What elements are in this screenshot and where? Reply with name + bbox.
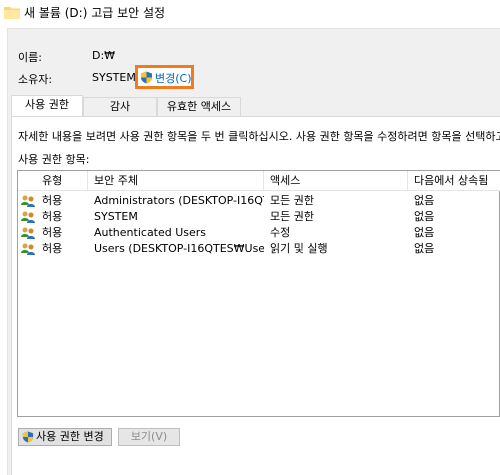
row-principal: SYSTEM (94, 210, 138, 223)
title-bar: 새 볼륨 (D:) 고급 보안 설정 (0, 0, 500, 24)
table-row[interactable]: 허용 Administrators (DESKTOP-I16QTES... 모든… (18, 193, 500, 209)
list-header: 유형 보안 주체 액세스 다음에서 상속됨 (18, 171, 500, 191)
change-owner-link[interactable]: 변경(C) (135, 65, 194, 89)
row-type: 허용 (42, 194, 63, 207)
column-header-access[interactable]: 액세스 (264, 171, 408, 191)
view-button-label: 보기(V) (130, 430, 168, 443)
row-inherited: 없음 (414, 194, 435, 207)
permission-entries-label: 사용 권한 항목: (18, 153, 90, 166)
table-row[interactable]: 허용 Authenticated Users 수정 없음 (18, 225, 500, 241)
window-title: 새 볼륨 (D:) 고급 보안 설정 (24, 6, 166, 20)
row-access: 수정 (270, 226, 291, 239)
table-row[interactable]: 허용 Users (DESKTOP-I16QTES₩Users) 읽기 및 실행… (18, 241, 500, 257)
tab-effective-access-label: 유효한 액세스 (166, 100, 232, 113)
row-access: 읽기 및 실행 (270, 242, 328, 255)
row-type: 허용 (42, 226, 63, 239)
uac-shield-icon (22, 431, 34, 443)
row-access: 모든 권한 (270, 194, 314, 207)
column-header-principal[interactable]: 보안 주체 (88, 171, 264, 191)
row-principal: Users (DESKTOP-I16QTES₩Users) (94, 242, 264, 255)
users-icon (21, 195, 35, 207)
users-icon (21, 227, 35, 239)
tab-effective-access[interactable]: 유효한 액세스 (157, 97, 241, 116)
change-permissions-label: 사용 권한 변경 (36, 430, 104, 443)
column-header-inherited[interactable]: 다음에서 상속됨 (408, 171, 500, 191)
tab-permissions-label: 사용 권한 (25, 98, 69, 111)
permission-entries-list[interactable]: 유형 보안 주체 액세스 다음에서 상속됨 허용 Administrators … (17, 170, 500, 417)
owner-label: 소유자: (18, 73, 53, 86)
tab-permissions[interactable]: 사용 권한 (11, 95, 83, 116)
change-permissions-button[interactable]: 사용 권한 변경 (18, 428, 112, 446)
table-row[interactable]: 허용 SYSTEM 모든 권한 없음 (18, 209, 500, 225)
row-principal: Authenticated Users (94, 226, 207, 239)
view-button[interactable]: 보기(V) (118, 428, 180, 446)
change-owner-link-text[interactable]: 변경(C) (155, 70, 192, 86)
row-inherited: 없음 (414, 226, 435, 239)
row-access: 모든 권한 (270, 210, 314, 223)
users-icon (21, 211, 35, 223)
tab-auditing-label: 감사 (109, 100, 131, 113)
name-value: D:₩ (92, 49, 116, 62)
row-inherited: 없음 (414, 242, 435, 255)
row-principal: Administrators (DESKTOP-I16QTES... (94, 194, 264, 207)
name-label: 이름: (18, 51, 42, 64)
tab-auditing[interactable]: 감사 (83, 97, 157, 116)
row-inherited: 없음 (414, 210, 435, 223)
uac-shield-icon (141, 71, 152, 84)
permissions-description: 자세한 내용을 보려면 사용 권한 항목을 두 번 클릭하십시오. 사용 권한 … (18, 130, 500, 143)
row-type: 허용 (42, 210, 63, 223)
row-type: 허용 (42, 242, 63, 255)
users-icon (21, 243, 35, 255)
folder-icon (4, 7, 20, 19)
column-header-type[interactable]: 유형 (36, 171, 88, 191)
owner-value: SYSTEM (92, 71, 136, 84)
